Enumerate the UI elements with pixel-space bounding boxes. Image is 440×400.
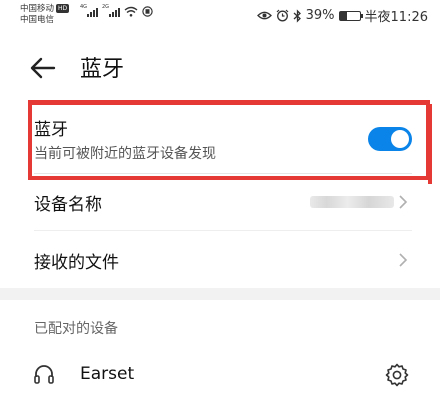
annotation-rectangle xyxy=(28,100,430,180)
signal-icon-2: 2G xyxy=(102,4,120,17)
alarm-icon xyxy=(276,9,289,22)
paired-device-name: Earset xyxy=(80,364,135,384)
status-right: 39% 半夜11:26 xyxy=(256,6,428,25)
battery-percent: 39% xyxy=(305,8,335,23)
wifi-icon xyxy=(124,6,138,17)
divider xyxy=(34,230,412,231)
network-icons: 4G 2G xyxy=(80,4,153,17)
annotation-edge xyxy=(428,104,432,184)
carrier-info: 中国移动 HD 中国电信 xyxy=(20,4,70,26)
received-files-row[interactable]: 接收的文件 xyxy=(0,232,440,288)
chevron-right-icon xyxy=(399,195,408,209)
eye-icon xyxy=(256,11,272,20)
battery-fill xyxy=(339,11,348,20)
notification-icon xyxy=(142,6,153,17)
section-gap xyxy=(0,288,440,300)
headset-icon xyxy=(34,365,54,384)
carrier-2: 中国电信 xyxy=(20,15,55,25)
clock: 半夜11:26 xyxy=(364,10,428,25)
device-name-row[interactable]: 设备名称 xyxy=(0,174,440,230)
carrier-1: 中国移动 xyxy=(20,4,55,14)
hd-badge: HD xyxy=(56,4,70,13)
paired-device-row[interactable]: Earset xyxy=(0,354,440,400)
settings-icon[interactable] xyxy=(384,362,410,388)
paired-devices-header: 已配对的设备 xyxy=(34,321,118,337)
status-bar: 中国移动 HD 中国电信 4G 2G 39% 半夜11:26 xyxy=(0,0,440,34)
back-arrow-icon[interactable] xyxy=(28,54,58,82)
signal-icon: 4G xyxy=(80,4,98,17)
signal-type-label: 4G xyxy=(80,4,88,10)
bluetooth-icon xyxy=(293,8,301,23)
app-header: 蓝牙 xyxy=(0,44,440,92)
chevron-right-icon xyxy=(399,253,408,267)
signal-type-label-2: 2G xyxy=(102,4,110,10)
device-name-label: 设备名称 xyxy=(34,195,102,215)
received-files-label: 接收的文件 xyxy=(34,253,119,273)
device-name-value-blurred xyxy=(310,196,394,208)
battery-icon xyxy=(338,10,363,21)
page-title: 蓝牙 xyxy=(80,57,125,82)
